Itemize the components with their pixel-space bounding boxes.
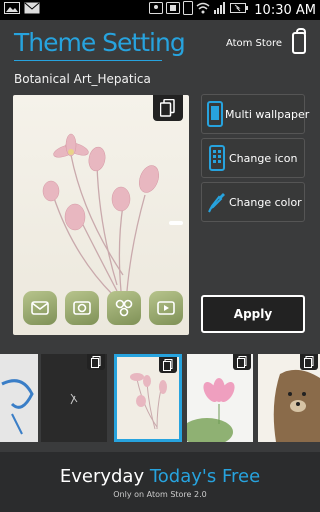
gallery-icon[interactable] bbox=[107, 291, 141, 325]
copy-icon bbox=[300, 354, 318, 370]
swipe-handle bbox=[169, 221, 183, 225]
change-color-label: Change color bbox=[229, 195, 302, 209]
phone-wallpaper-icon bbox=[207, 100, 223, 128]
shopping-bag-icon[interactable] bbox=[292, 28, 306, 54]
thumbnail-botanical-hepatica[interactable] bbox=[114, 354, 182, 442]
thumbnail-bear[interactable] bbox=[258, 354, 320, 442]
battery-icon bbox=[230, 2, 249, 18]
status-bar: 10:30 AM bbox=[0, 0, 320, 20]
banner-headline: Everyday Today's Free bbox=[0, 466, 320, 487]
atom-store-link[interactable]: Atom Store bbox=[226, 38, 282, 49]
theme-preview[interactable] bbox=[13, 95, 189, 335]
change-icon-label: Change icon bbox=[229, 151, 298, 165]
signal-icon bbox=[213, 2, 227, 18]
multi-wallpaper-button[interactable]: Multi wallpaper bbox=[201, 94, 309, 134]
multi-wallpaper-label: Multi wallpaper bbox=[225, 107, 310, 121]
banner-subtitle: Only on Atom Store 2.0 bbox=[113, 490, 207, 499]
dock bbox=[23, 291, 183, 325]
title-underline bbox=[14, 60, 162, 61]
video-icon[interactable] bbox=[149, 291, 183, 325]
change-icon-button[interactable]: Change icon bbox=[201, 138, 305, 178]
thumbnail-blue-ink[interactable] bbox=[0, 354, 38, 442]
camera-icon[interactable] bbox=[65, 291, 99, 325]
copy-icon bbox=[159, 357, 177, 373]
phone-icon bbox=[183, 1, 194, 19]
mail-icon[interactable] bbox=[23, 291, 57, 325]
header: Theme Setting Atom Store bbox=[0, 20, 320, 64]
clock: 10:30 AM bbox=[254, 2, 316, 18]
eyedropper-icon bbox=[207, 188, 227, 216]
contacts-icon bbox=[149, 2, 164, 18]
image-icon bbox=[4, 2, 20, 18]
theme-name: Botanical Art_Hepatica bbox=[14, 72, 151, 86]
thumbnail-lotus[interactable] bbox=[187, 354, 253, 442]
banner-highlight: Today's Free bbox=[149, 466, 261, 487]
copy-icon bbox=[233, 354, 251, 370]
banner-prefix: Everyday bbox=[59, 466, 145, 487]
promo-banner[interactable]: Everyday Today's Free Only on Atom Store… bbox=[0, 452, 320, 512]
change-color-button[interactable]: Change color bbox=[201, 182, 305, 222]
copy-icon bbox=[87, 354, 105, 370]
apply-button[interactable]: Apply bbox=[201, 295, 305, 333]
wifi-icon bbox=[196, 2, 210, 18]
screen-icon bbox=[166, 2, 181, 18]
theme-thumbnail-strip[interactable] bbox=[0, 354, 320, 442]
mail-icon bbox=[24, 2, 40, 18]
thumbnail-dark-chalk[interactable] bbox=[41, 354, 107, 442]
page-title: Theme Setting bbox=[14, 28, 186, 57]
icon-grid-icon bbox=[207, 144, 227, 172]
copy-icon[interactable] bbox=[153, 95, 183, 121]
